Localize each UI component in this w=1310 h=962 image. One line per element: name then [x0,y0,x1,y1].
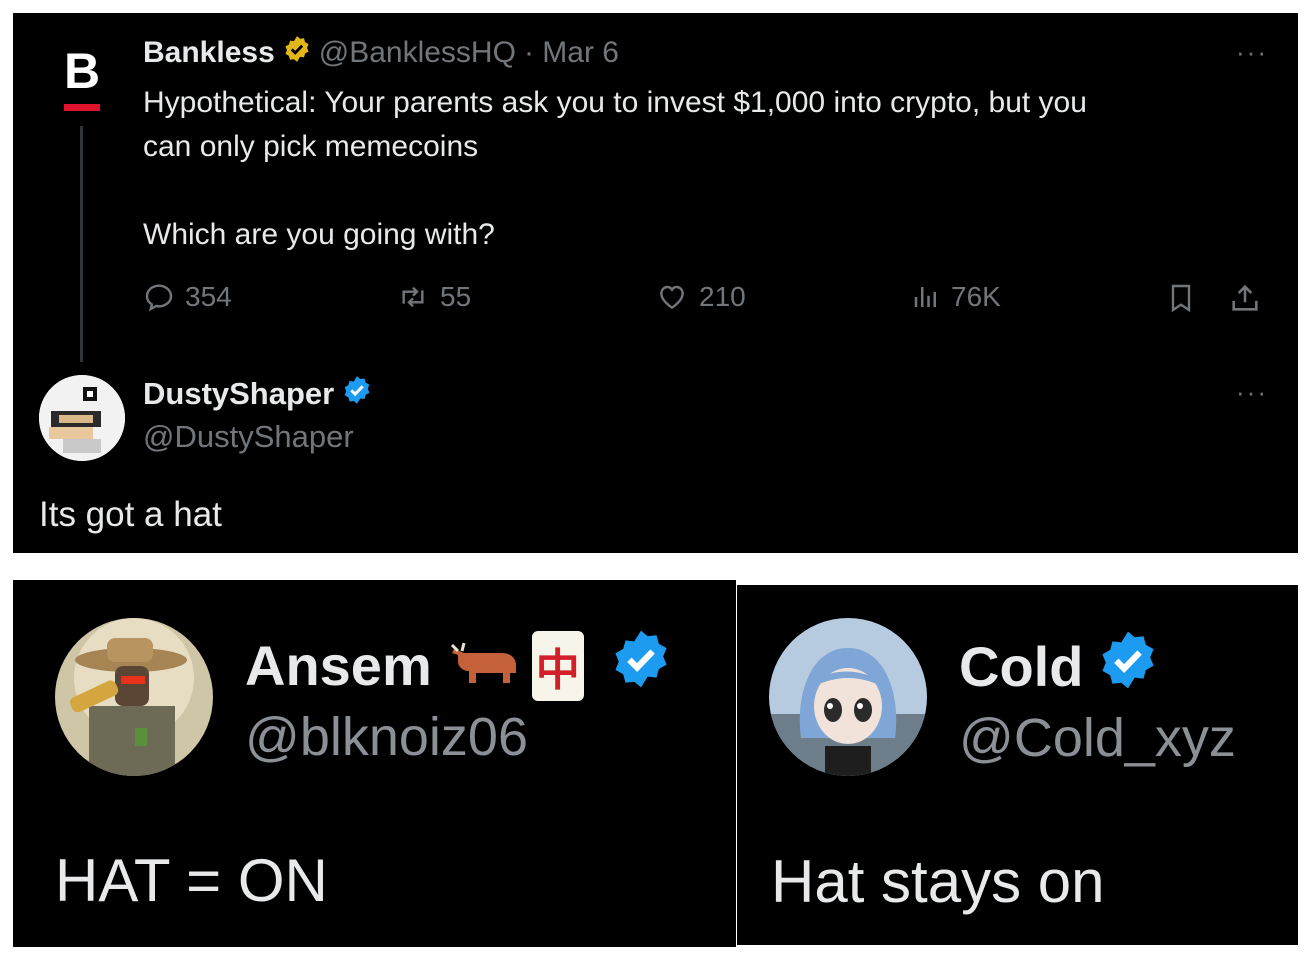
ansem-name-row: Ansem 中 [245,628,672,703]
bookmark-icon [1171,284,1191,313]
cold-name-row: Cold [959,629,1159,704]
reply-count: 354 [185,281,232,312]
ansem-avatar[interactable] [55,618,213,776]
ansem-author-name[interactable]: Ansem [245,633,432,698]
repost-button[interactable]: 55 [396,281,471,313]
ansem-author-handle[interactable]: @blknoiz06 [245,706,528,768]
mahjong-character: 中 [535,644,580,696]
repost-icon [402,286,424,308]
ansem-reply-text: HAT = ON [55,847,328,914]
reply-icon [145,284,173,312]
blue-verified-icon [1097,629,1159,704]
share-button[interactable] [1228,281,1272,315]
tweet-thread-panel: B Bankless @BanklessHQ · Mar 6 ··· Hypot… [13,13,1298,553]
views-button[interactable]: 76K [911,281,1001,313]
more-options-icon[interactable]: ··· [1236,37,1268,68]
reply-more-options-icon[interactable]: ··· [1236,377,1268,408]
cold-avatar[interactable] [769,618,927,776]
logo-red-bar [64,103,100,111]
mahjong-red-dragon-icon: 中 [531,630,584,701]
reply-header: DustyShaper [143,375,380,413]
reply-text: Its got a hat [39,495,222,534]
tweet-actions: 354 55 210 76K [143,281,1273,325]
reply-author-handle[interactable]: @DustyShaper [143,419,354,455]
bull-icon [448,633,524,698]
author-name[interactable]: Bankless [143,36,275,70]
tweet-header: Bankless @BanklessHQ · Mar 6 [143,35,619,71]
author-handle[interactable]: @BanklessHQ [319,36,516,70]
bankless-logo-letter: B [63,42,101,99]
like-button[interactable]: 210 [655,281,746,313]
blue-verified-icon [342,375,372,413]
cold-reply-text: Hat stays on [771,848,1105,915]
reply-button[interactable]: 354 [143,281,232,313]
dustyshaper-avatar[interactable] [39,375,125,461]
cold-author-handle[interactable]: @Cold_xyz [959,707,1236,769]
like-count: 210 [699,281,746,312]
blue-verified-icon [610,628,672,703]
heart-icon [660,285,684,310]
view-count: 76K [951,281,1001,312]
share-icon [1232,284,1258,311]
gold-verified-icon [283,35,311,71]
bookmark-button[interactable] [1165,281,1207,315]
views-icon [914,287,936,307]
repost-count: 55 [440,281,472,312]
cold-author-name[interactable]: Cold [959,634,1083,699]
tweet-text: Hypothetical: Your parents ask you to in… [143,86,1087,251]
cold-reply-panel: Cold @Cold_xyz Hat stays on [737,585,1298,945]
thread-line [80,126,83,362]
tweet-date[interactable]: · Mar 6 [524,36,619,70]
reply-author-name[interactable]: DustyShaper [143,376,334,412]
bankless-avatar[interactable]: B [39,35,125,121]
ansem-reply-panel: Ansem 中 @blknoiz06 HAT = ON [13,580,736,947]
